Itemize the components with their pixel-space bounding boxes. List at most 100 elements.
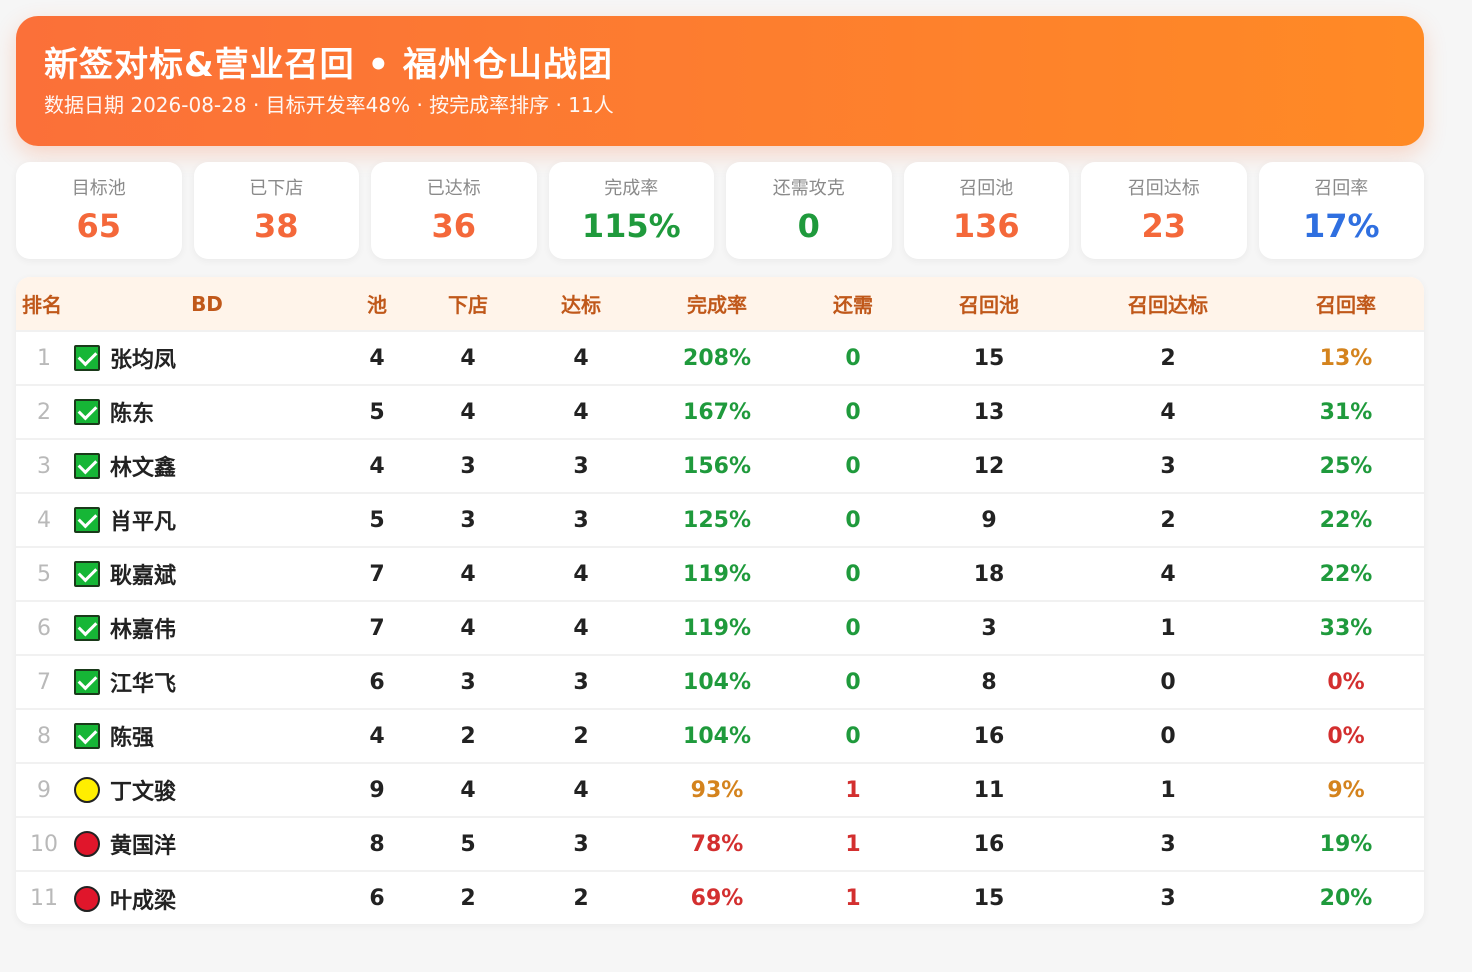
ranking-table-container: 排名 BD 池下店 达标 完成率 还需 召回池 召回达标 召回率 1 张均凤 4 4 4 208% 0 15 2… xyxy=(16,277,1424,924)
check-icon xyxy=(74,669,100,695)
remaining-cell: 0 xyxy=(845,615,861,641)
table-header-row: 排名 BD 池 下店 达标 完成率 还需 召回池 召回达标 召回率 xyxy=(16,277,1424,331)
visited-cell: 3 xyxy=(460,669,476,695)
rank-cell: 9 xyxy=(37,777,51,803)
bd-name: 林嘉伟 xyxy=(110,618,177,643)
remaining-cell: 0 xyxy=(845,453,861,479)
met-cell: 2 xyxy=(573,723,589,749)
bd-name: 陈东 xyxy=(110,402,155,427)
rank-cell: 11 xyxy=(30,886,58,911)
met-cell: 3 xyxy=(573,453,589,479)
met-cell: 3 xyxy=(573,831,589,857)
check-icon xyxy=(74,723,100,749)
recall-pool-cell: 15 xyxy=(973,345,1005,371)
bd-cell-content: 林嘉伟 xyxy=(72,612,342,644)
table-row: 8 陈强 4 2 2 104% 0 16 0 0% xyxy=(16,709,1424,763)
recall-rate-cell: 31% xyxy=(1319,399,1373,425)
pool-cell: 4 xyxy=(369,723,385,749)
bd-name: 肖平凡 xyxy=(110,510,177,535)
summary-card-label: 召回达标 xyxy=(1127,178,1200,199)
pool-cell: 7 xyxy=(369,615,385,641)
bd-cell: 陈强 xyxy=(72,709,342,763)
page-header: 新签对标&营业召回 • 福州仓山战团 数据日期 2026-08-28 · 目标开… xyxy=(16,16,1424,146)
page-title: 新签对标&营业召回 • 福州仓山战团 xyxy=(44,45,614,85)
completion-rate-cell: 167% xyxy=(683,399,751,425)
visited-cell: 4 xyxy=(460,777,476,803)
bd-cell-content: 黄国洋 xyxy=(72,828,342,860)
recall-rate-cell: 9% xyxy=(1327,777,1365,803)
bd-name: 陈强 xyxy=(110,726,155,751)
completion-rate-cell: 104% xyxy=(683,723,751,749)
summary-card-value: 136 xyxy=(952,207,1020,245)
summary-card-value: 23 xyxy=(1141,207,1187,245)
bd-cell: 林嘉伟 xyxy=(72,601,342,655)
table-row: 11 叶成梁 6 2 2 69% 1 15 3 20% xyxy=(16,871,1424,924)
bd-cell: 陈东 xyxy=(72,385,342,439)
column-header: 排名 xyxy=(22,293,62,317)
recall-met-cell: 3 xyxy=(1160,831,1176,857)
recall-met-cell: 2 xyxy=(1160,345,1176,371)
rank-cell: 7 xyxy=(37,669,51,695)
pool-cell: 9 xyxy=(369,777,385,803)
summary-card-value: 38 xyxy=(253,207,299,245)
summary-card-label: 完成率 xyxy=(604,178,659,199)
bd-cell-content: 张均凤 xyxy=(72,342,342,374)
column-header: 下店 xyxy=(448,293,488,317)
visited-cell: 4 xyxy=(460,399,476,425)
recall-pool-cell: 16 xyxy=(973,723,1005,749)
recall-met-cell: 3 xyxy=(1160,886,1176,911)
summary-card: 召回达标 23 xyxy=(1081,162,1247,259)
rank-cell: 6 xyxy=(37,615,51,641)
table-row: 9 丁文骏 9 4 4 93% 1 11 1 9% xyxy=(16,763,1424,817)
recall-rate-cell: 25% xyxy=(1319,453,1373,479)
bd-name: 林文鑫 xyxy=(110,456,177,481)
bd-name: 张均凤 xyxy=(110,348,177,373)
bd-cell: 林文鑫 xyxy=(72,439,342,493)
rank-cell: 3 xyxy=(37,453,51,479)
recall-rate-cell: 33% xyxy=(1319,615,1373,641)
recall-pool-cell: 12 xyxy=(973,453,1005,479)
remaining-cell: 0 xyxy=(845,669,861,695)
visited-cell: 2 xyxy=(460,886,476,911)
summary-card-label: 目标池 xyxy=(71,178,126,199)
visited-cell: 3 xyxy=(460,507,476,533)
recall-met-cell: 2 xyxy=(1160,507,1176,533)
bd-cell-content: 陈东 xyxy=(72,396,342,428)
bd-cell: 耿嘉斌 xyxy=(72,547,342,601)
rank-cell: 10 xyxy=(30,831,58,857)
bd-cell-content: 叶成梁 xyxy=(72,883,342,915)
remaining-cell: 1 xyxy=(845,886,861,911)
rank-cell: 2 xyxy=(37,399,51,425)
visited-cell: 3 xyxy=(460,453,476,479)
column-header: 召回率 xyxy=(1316,293,1376,317)
bd-cell-content: 陈强 xyxy=(72,720,342,752)
recall-rate-cell: 19% xyxy=(1319,831,1373,857)
table-row: 5 耿嘉斌 7 4 4 119% 0 18 4 22% xyxy=(16,547,1424,601)
remaining-cell: 0 xyxy=(845,399,861,425)
pool-cell: 6 xyxy=(369,669,385,695)
recall-pool-cell: 13 xyxy=(973,399,1005,425)
recall-met-cell: 3 xyxy=(1160,453,1176,479)
check-icon xyxy=(74,507,100,533)
summary-card: 目标池 65 xyxy=(16,162,182,259)
bd-name: 叶成梁 xyxy=(110,888,177,914)
bd-name: 耿嘉斌 xyxy=(110,564,177,589)
recall-met-cell: 4 xyxy=(1160,399,1176,425)
completion-rate-cell: 208% xyxy=(683,345,751,371)
summary-card-value: 65 xyxy=(76,207,122,245)
visited-cell: 4 xyxy=(460,345,476,371)
remaining-cell: 1 xyxy=(845,831,861,857)
summary-card: 还需攻克 0 xyxy=(726,162,892,259)
page-subtitle: 数据日期 2026-08-28 · 目标开发率48% · 按完成率排序 · 11… xyxy=(44,93,614,117)
column-header: 召回达标 xyxy=(1128,293,1208,317)
summary-card-value: 17% xyxy=(1302,207,1380,245)
pool-cell: 4 xyxy=(369,345,385,371)
recall-rate-cell: 0% xyxy=(1327,723,1365,749)
met-cell: 4 xyxy=(573,399,589,425)
ranking-table: 排名 BD 池下店 达标 完成率 还需 召回池 召回达标 召回率 1 张均凤 4 4 4 208% 0 15 2… xyxy=(16,277,1424,924)
recall-rate-cell: 22% xyxy=(1319,507,1373,533)
summary-card: 完成率 115% xyxy=(548,162,714,259)
summary-card-label: 已下店 xyxy=(249,178,304,199)
recall-pool-cell: 9 xyxy=(981,507,997,533)
completion-rate-cell: 93% xyxy=(690,777,744,803)
